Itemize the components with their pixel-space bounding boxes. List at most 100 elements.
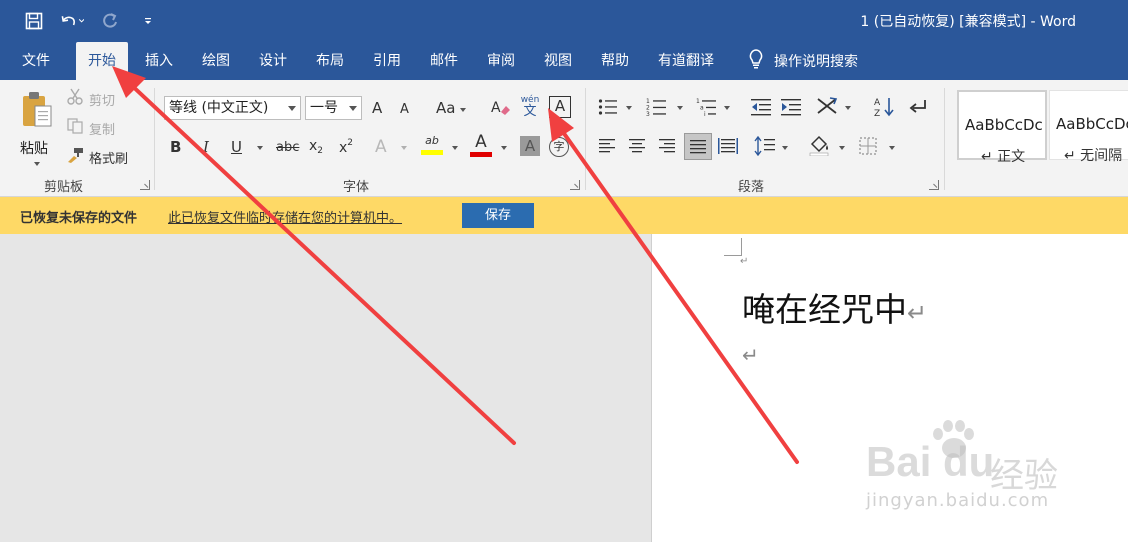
character-shading-glyph: A [524,137,536,155]
change-case-icon[interactable]: Aa [436,98,455,118]
save-icon[interactable] [22,9,46,33]
tab-home[interactable]: 开始 [76,42,128,80]
paw-icon [933,420,974,458]
svg-text:Z: Z [874,109,880,118]
underline-dropdown-icon[interactable] [257,146,263,150]
style-name: ↵ 无间隔 [1064,148,1123,164]
undo-icon[interactable] [60,9,84,33]
numbering-dropdown-icon[interactable] [677,106,683,110]
tab-help[interactable]: 帮助 [601,42,629,80]
document-text-line[interactable]: 唵在经咒中↵ [742,283,927,331]
sort-icon[interactable]: AZ [874,96,894,121]
enclose-characters-icon[interactable]: 字 [549,137,569,157]
subscript-icon[interactable]: x2 [309,138,323,156]
bullets-icon[interactable] [598,98,618,119]
group-divider [154,88,155,190]
italic-icon[interactable]: I [203,137,209,157]
borders-dropdown-icon[interactable] [889,146,895,150]
multilevel-list-icon[interactable]: 1ai [696,97,718,120]
paste-button[interactable]: 粘贴 [14,88,60,168]
tab-file[interactable]: 文件 [22,42,50,80]
paragraph-launcher-icon[interactable] [929,180,939,190]
justify-icon[interactable] [684,133,712,160]
style-sample: AaBbCcDc [1056,115,1128,133]
style-no-spacing[interactable]: AaBbCcDc ↵ 无间隔 [1049,90,1128,164]
increase-indent-icon[interactable] [780,97,802,120]
text-effects-icon[interactable]: A [375,137,387,157]
clear-formatting-icon[interactable]: A [490,98,512,121]
align-center-icon[interactable] [628,138,646,157]
strikethrough-icon[interactable]: abc [276,138,299,158]
svg-text:A: A [874,98,881,108]
shrink-font-icon[interactable]: A [400,100,409,120]
tab-mailings[interactable]: 邮件 [430,42,458,80]
svg-text:3: 3 [646,111,650,117]
tab-youdao-translate[interactable]: 有道翻译 [658,42,714,80]
line-spacing-icon[interactable] [754,135,776,159]
borders-icon[interactable] [858,136,878,159]
save-button[interactable]: 保存 [462,203,534,228]
format-painter-button[interactable]: 格式刷 [66,146,128,168]
ribbon-home: 粘贴 剪切 复制 格式刷 剪贴板 等线 (中文正文) 一号 A A Aa A w… [0,80,1128,197]
chinese-layout-icon[interactable] [816,96,840,119]
font-color-icon[interactable]: A [470,133,492,159]
tab-draw[interactable]: 绘图 [202,42,230,80]
line-spacing-dropdown-icon[interactable] [782,146,788,150]
highlight-dropdown-icon[interactable] [452,146,458,150]
cut-button[interactable]: 剪切 [66,88,115,110]
scissors-icon [66,88,84,110]
character-border-icon[interactable]: A [549,96,571,118]
customize-toolbar-icon[interactable] [136,9,160,33]
redo-icon[interactable] [98,9,122,33]
decrease-indent-icon[interactable] [750,97,772,120]
align-left-icon[interactable] [598,138,616,157]
phonetic-guide-icon[interactable]: wén 文 [518,95,542,121]
character-border-glyph: A [554,97,566,115]
tab-references[interactable]: 引用 [373,42,401,80]
bold-icon[interactable]: B [170,137,181,157]
shading-dropdown-icon[interactable] [839,146,845,150]
font-launcher-icon[interactable] [570,180,580,190]
group-divider [944,88,945,190]
style-normal[interactable]: AaBbCcDc ↵ 正文 [957,90,1047,165]
paste-dropdown-icon[interactable] [34,162,40,166]
align-right-icon[interactable] [658,138,676,157]
highlight-icon[interactable]: ab [421,134,443,158]
tab-view[interactable]: 视图 [544,42,572,80]
superscript-icon[interactable]: x2 [339,138,353,156]
subscript-mark: 2 [317,146,324,156]
distributed-icon[interactable] [718,137,738,158]
bullets-dropdown-icon[interactable] [626,106,632,110]
tab-insert[interactable]: 插入 [145,42,173,80]
character-shading-icon[interactable]: A [520,136,540,156]
grow-font-icon[interactable]: A [372,98,382,118]
copy-button[interactable]: 复制 [66,117,115,139]
tab-review[interactable]: 审阅 [487,42,515,80]
svg-text:A: A [491,100,501,116]
enclose-characters-glyph: 字 [553,140,565,153]
font-size-combo[interactable]: 一号 [305,96,362,120]
cut-label: 剪切 [89,93,116,109]
tab-design[interactable]: 设计 [259,42,287,80]
tell-me-label: 操作说明搜索 [774,54,858,70]
chinese-layout-dropdown-icon[interactable] [845,106,851,110]
shading-icon[interactable] [808,134,832,159]
multilevel-dropdown-icon[interactable] [724,106,730,110]
document-background [0,234,652,542]
numbering-icon[interactable]: 123 [646,97,668,120]
clipboard-launcher-icon[interactable] [140,180,150,190]
tell-me-search[interactable]: 操作说明搜索 [748,42,858,80]
style-name: ↵ 正文 [981,149,1026,165]
message-text[interactable]: 此已恢复文件临时存储在您的计算机中。 [168,207,402,226]
font-color-bar [470,152,492,157]
show-formatting-marks-icon[interactable] [908,98,928,119]
text-effects-dropdown-icon[interactable] [401,146,407,150]
underline-icon[interactable]: U [231,137,242,157]
document-text: 唵在经咒中 [742,290,907,329]
font-group-label: 字体 [343,180,370,195]
highlight-color-bar [421,150,443,155]
tab-layout[interactable]: 布局 [316,42,344,80]
font-color-dropdown-icon[interactable] [501,146,507,150]
font-name-combo[interactable]: 等线 (中文正文) [164,96,301,120]
change-case-dropdown-icon[interactable] [460,108,466,112]
